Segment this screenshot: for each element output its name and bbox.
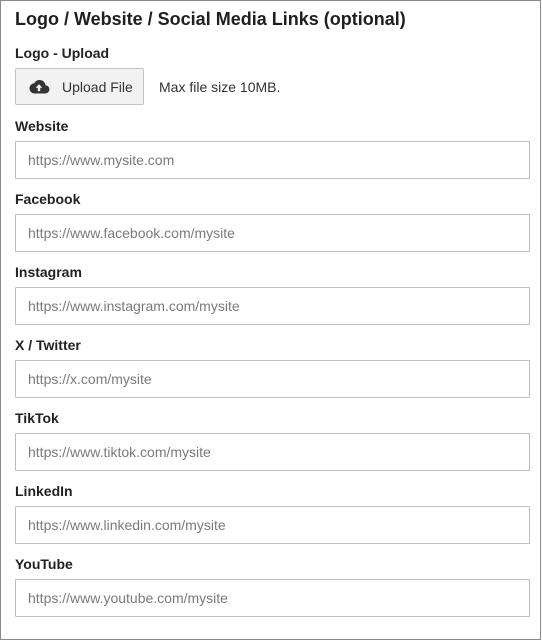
form-section: Logo / Website / Social Media Links (opt…: [0, 0, 541, 640]
logo-upload-label: Logo - Upload: [15, 45, 110, 61]
linkedin-input[interactable]: [15, 506, 530, 544]
facebook-label: Facebook: [15, 191, 81, 207]
linkedin-label: LinkedIn: [15, 483, 73, 499]
website-input[interactable]: [15, 141, 530, 179]
website-label: Website: [15, 118, 69, 134]
upload-file-button-label: Upload File: [62, 78, 133, 95]
max-file-size-text: Max file size 10MB.: [159, 79, 281, 95]
youtube-input[interactable]: [15, 579, 530, 617]
youtube-label: YouTube: [15, 556, 73, 572]
x-twitter-input[interactable]: [15, 360, 530, 398]
section-title: Logo / Website / Social Media Links (opt…: [15, 9, 406, 29]
x-twitter-label: X / Twitter: [15, 337, 81, 353]
instagram-label: Instagram: [15, 264, 82, 280]
facebook-input[interactable]: [15, 214, 530, 252]
tiktok-input[interactable]: [15, 433, 530, 471]
cloud-upload-icon: [28, 79, 50, 95]
instagram-input[interactable]: [15, 287, 530, 325]
tiktok-label: TikTok: [15, 410, 59, 426]
upload-file-button[interactable]: Upload File: [15, 68, 144, 105]
